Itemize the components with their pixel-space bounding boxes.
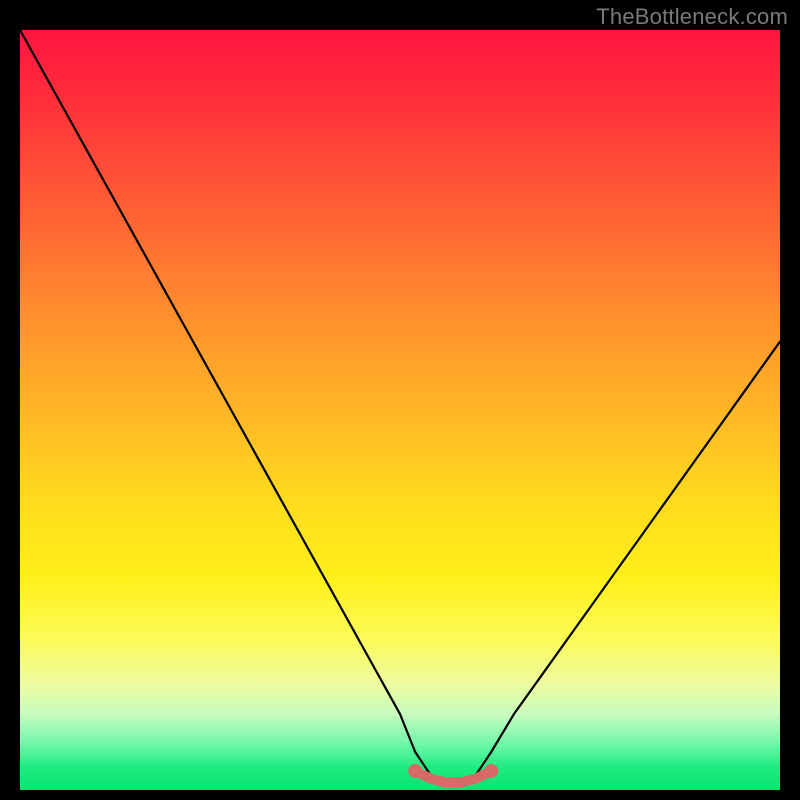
bottleneck-curve	[20, 30, 780, 782]
watermark-text: TheBottleneck.com	[596, 4, 788, 30]
optimal-range-dot-right	[484, 764, 498, 778]
optimal-range-marker	[415, 771, 491, 782]
chart-frame: TheBottleneck.com	[0, 0, 800, 800]
plot-area	[20, 30, 780, 790]
chart-svg	[20, 30, 780, 790]
optimal-range-dot-left	[408, 764, 422, 778]
